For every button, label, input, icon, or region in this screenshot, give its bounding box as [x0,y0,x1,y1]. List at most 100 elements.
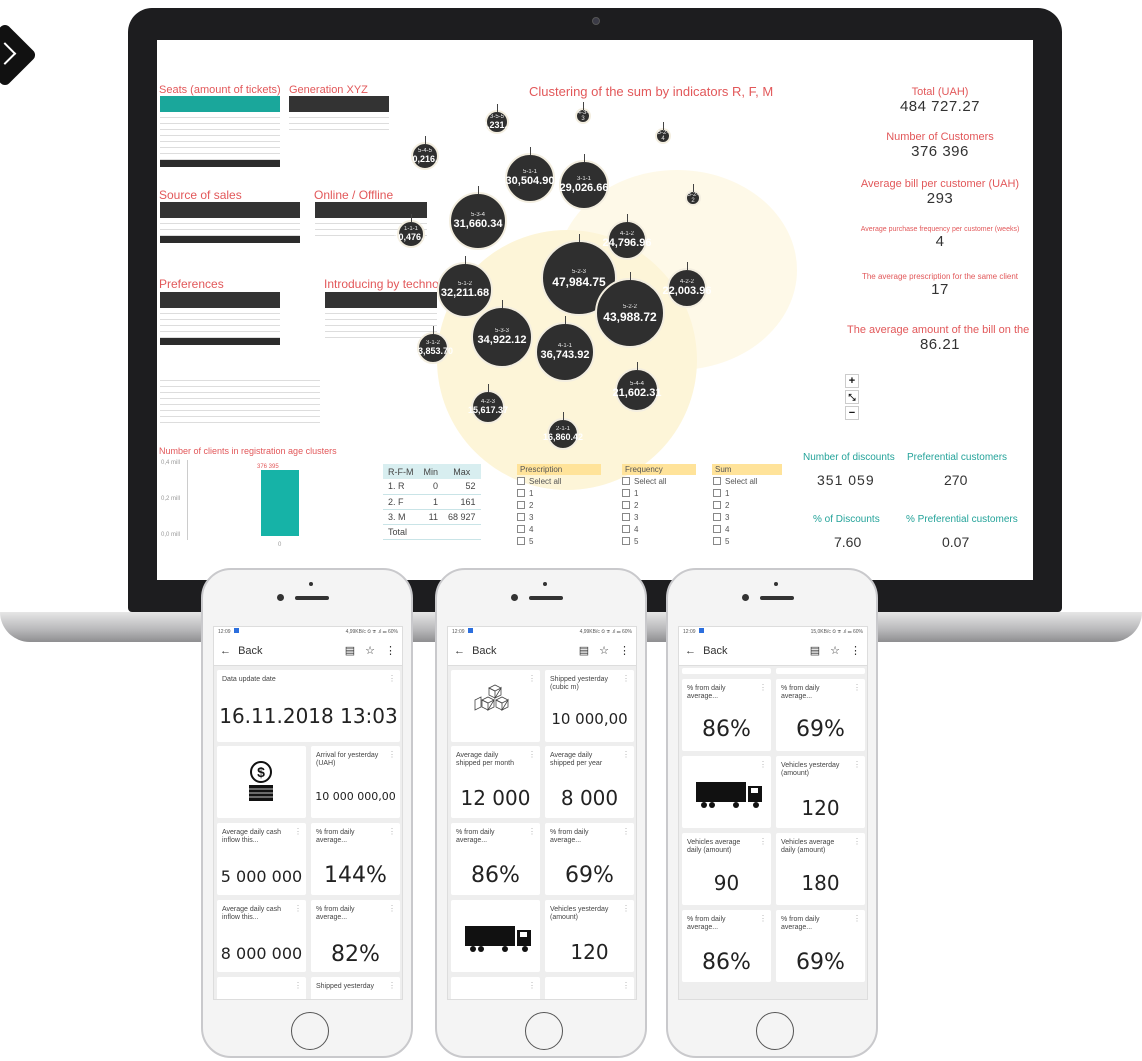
filter-checkbox[interactable]: 3 [713,513,729,523]
card-menu-icon[interactable]: ⋮ [388,981,396,990]
filter-checkbox[interactable]: 1 [517,489,533,499]
cluster-bubble[interactable]: 4-2-2 22,003.96 [663,262,711,308]
avg-year-card[interactable]: Average daily shipped per year ⋮ 8 000 [545,746,634,818]
card-menu-icon[interactable]: ⋮ [853,837,861,846]
vehicles-avg-card[interactable]: Vehicles average daily (amount) ⋮ 180 [776,833,865,905]
vehicles-card[interactable]: Vehicles yesterday (amount) ⋮ 120 [545,900,634,972]
partial-card[interactable]: ⋮ [545,977,634,999]
arrival-card[interactable]: Arrival for yesterday (UAH) ⋮ 10 000 000… [311,746,400,818]
update-card[interactable]: Data update date ⋮ 16.11.2018 13:03 [217,670,400,742]
card-menu-icon[interactable]: ⋮ [622,674,630,683]
rfm-header[interactable]: R-F-M [383,464,419,479]
filter-checkbox[interactable]: 5 [622,537,638,547]
cluster-chart[interactable]: 5-1-1 30,504.90 3-1-1 29,026.66 5-3-4 31,660.… [393,100,837,490]
card-menu-icon[interactable]: ⋮ [622,750,630,759]
card-menu-icon[interactable]: ⋮ [294,827,302,836]
comment-icon[interactable]: ▤ [345,644,355,657]
shipped-card[interactable]: Shipped yesterday ⋮ [311,977,400,999]
pct-card[interactable]: % from daily average... ⋮ 82% [311,900,400,972]
cluster-bubble[interactable]: 5-4-4 21,602.31 [613,362,661,412]
pct-card[interactable]: % from daily average... ⋮ 86% [682,679,771,751]
zoom-in-button[interactable]: + [845,374,859,388]
select-all-checkbox[interactable]: Select all [517,477,561,487]
cluster-bubble[interactable]: 4-3-3 [575,102,591,124]
pct-card[interactable]: % from daily average... ⋮ 144% [311,823,400,895]
menu-icon[interactable]: ⋮ [619,644,630,657]
card-menu-icon[interactable]: ⋮ [759,837,767,846]
filter-checkbox[interactable]: 1 [622,489,638,499]
partial-card[interactable]: ⋮ [217,977,306,999]
home-button[interactable] [756,1012,794,1050]
preferences-table[interactable] [160,292,280,345]
cluster-bubble[interactable]: 4-1-2 24,796.96 [603,214,651,260]
card-menu-icon[interactable]: ⋮ [294,904,302,913]
partial-card[interactable]: ⋮ [451,977,540,999]
comment-icon[interactable]: ▤ [579,644,589,657]
generation-table[interactable] [289,96,389,130]
zoom-out-button[interactable]: − [845,406,859,420]
filter-checkbox[interactable]: 2 [713,501,729,511]
rfm-header[interactable]: Max [443,464,481,479]
back-button[interactable]: ← Back [220,645,335,657]
cluster-bubble[interactable]: 5-3-3 34,922.12 [471,300,533,368]
filter-checkbox[interactable]: 3 [517,513,533,523]
comment-icon[interactable]: ▤ [810,644,820,657]
cluster-bubble[interactable]: 5-1-2 32,211.68 [437,256,493,318]
card-menu-icon[interactable]: ⋮ [622,904,630,913]
card-menu-icon[interactable]: ⋮ [388,827,396,836]
card-menu-icon[interactable]: ⋮ [759,914,767,923]
menu-icon[interactable]: ⋮ [850,644,861,657]
cluster-bubble[interactable]: 4-2-3 15,617.37 [468,384,508,424]
source-table[interactable] [160,202,300,243]
shipped-card[interactable]: Shipped yesterday (cubic m) ⋮ 10 000,00 [545,670,634,742]
card-menu-icon[interactable]: ⋮ [853,683,861,692]
vehicles-card[interactable]: Vehicles yesterday (amount) ⋮ 120 [776,756,865,828]
home-button[interactable] [525,1012,563,1050]
cluster-bubble[interactable]: 3-1-1 29,026.66 [559,154,609,210]
cluster-bubble[interactable]: 3-1-2 13,853.70 [413,326,453,364]
cluster-bubble[interactable]: 5-3-4 31,660.34 [449,186,507,250]
back-button[interactable]: ← Back [685,645,800,657]
cluster-bubble[interactable]: 3-2-2 [685,184,701,206]
star-icon[interactable]: ☆ [830,644,840,657]
card-menu-icon[interactable]: ⋮ [528,750,536,759]
filter-checkbox[interactable]: 5 [517,537,533,547]
card-menu-icon[interactable]: ⋮ [759,683,767,692]
rfm-header[interactable]: Min [418,464,444,479]
menu-icon[interactable]: ⋮ [385,644,396,657]
cluster-bubble[interactable]: 5-4-5 10,216... [407,136,443,170]
home-button[interactable] [291,1012,329,1050]
filter-checkbox[interactable]: 4 [622,525,638,535]
back-button[interactable]: ← Back [454,645,569,657]
filter-checkbox[interactable]: 3 [622,513,638,523]
bar[interactable] [261,470,299,536]
cluster-bubble[interactable]: 4-1-1 36,743.92 [535,316,595,382]
card-menu-icon[interactable]: ⋮ [759,760,767,769]
filter-checkbox[interactable]: 1 [713,489,729,499]
cluster-bubble[interactable]: 1-1-1 10,476... [393,214,429,248]
card-menu-icon[interactable]: ⋮ [388,750,396,759]
card-menu-icon[interactable]: ⋮ [622,827,630,836]
pct-card[interactable]: % from daily average... ⋮ 86% [682,910,771,982]
avg-month-card[interactable]: Average daily shipped per month ⋮ 12 000 [451,746,540,818]
pct-card[interactable]: % from daily average... ⋮ 69% [545,823,634,895]
avg-cash-card[interactable]: Average daily cash inflow this... ⋮ 5 00… [217,823,306,895]
select-all-checkbox[interactable]: Select all [713,477,757,487]
filter-checkbox[interactable]: 4 [713,525,729,535]
card-menu-icon[interactable]: ⋮ [388,674,396,683]
pct-card[interactable]: % from daily average... ⋮ 69% [776,910,865,982]
cluster-bubble[interactable]: 5-2-4 [655,122,671,144]
card-menu-icon[interactable]: ⋮ [528,674,536,683]
filter-checkbox[interactable]: 2 [517,501,533,511]
star-icon[interactable]: ☆ [365,644,375,657]
pct-card[interactable]: % from daily average... ⋮ 86% [451,823,540,895]
filter-checkbox[interactable]: 2 [622,501,638,511]
avg-cash-card[interactable]: Average daily cash inflow this... ⋮ 8 00… [217,900,306,972]
cluster-bubble[interactable]: 5-1-1 30,504.90 [505,147,555,203]
cluster-bubble[interactable]: 5-2-2 43,988.72 [595,272,665,348]
vehicles-avg-card[interactable]: Vehicles average daily (amount) ⋮ 90 [682,833,771,905]
card-menu-icon[interactable]: ⋮ [388,904,396,913]
cluster-bubble[interactable]: 2-1-1 16,860.42 [543,412,583,450]
pct-card[interactable]: % from daily average... ⋮ 69% [776,679,865,751]
star-icon[interactable]: ☆ [599,644,609,657]
